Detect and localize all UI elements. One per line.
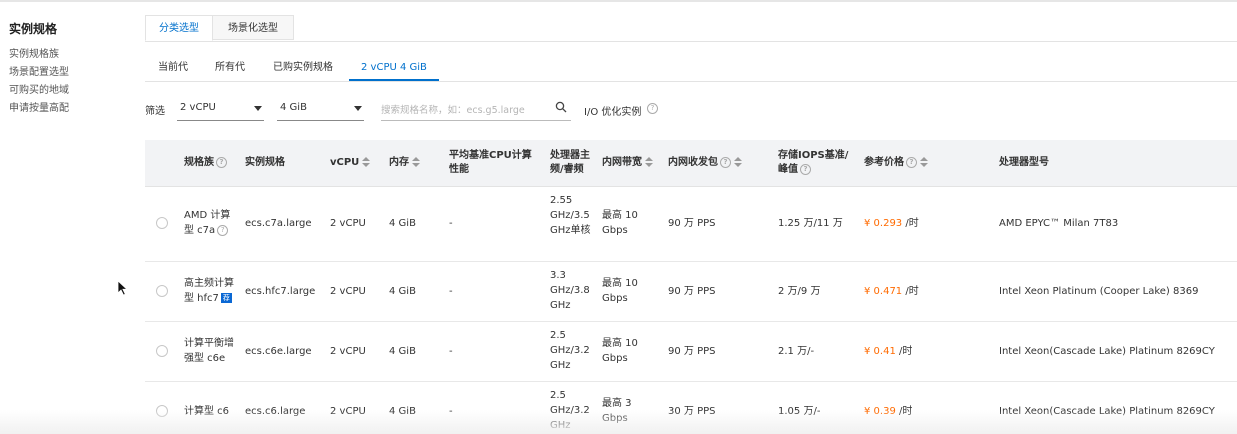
cell-family: 计算平衡增强型 c6e xyxy=(184,338,234,364)
header-frequency: 处理器主频/睿频 xyxy=(550,150,590,175)
help-icon[interactable]: ? xyxy=(720,156,731,168)
sidebar-item-apply[interactable]: 申请按量高配 xyxy=(9,100,129,118)
cell-family: AMD 计算型 c7a? xyxy=(184,210,231,236)
cell-price: ¥ 0.293 /时 xyxy=(864,218,919,229)
row-radio[interactable] xyxy=(156,217,168,229)
row-radio[interactable] xyxy=(156,285,168,297)
header-price[interactable]: 参考价格? xyxy=(864,156,928,170)
top-divider xyxy=(0,0,1237,2)
chevron-down-icon xyxy=(354,106,362,111)
header-cpu-model: 处理器型号 xyxy=(999,157,1049,168)
table-row[interactable]: 计算平衡增强型 c6e ecs.c6e.large 2 vCPU 4 GiB -… xyxy=(145,322,1237,382)
cell-frequency: 2.55 GHz/3.5 GHz单核 xyxy=(550,195,591,236)
cell-vcpu: 2 vCPU xyxy=(330,346,366,357)
selection-tabs: 分类选型 场景化选型 xyxy=(145,15,1237,42)
sidebar-item-instance-family[interactable]: 实例规格族 xyxy=(9,46,129,64)
help-icon[interactable]: ? xyxy=(800,163,811,175)
cell-pps: 90 万 PPS xyxy=(668,346,716,357)
tab-current-gen[interactable]: 当前代 xyxy=(158,54,188,81)
cell-baseline: - xyxy=(449,286,453,297)
header-bandwidth[interactable]: 内网带宽 xyxy=(602,156,653,170)
filter-label: 筛选 xyxy=(145,106,165,117)
header-iops: 存储IOPS基准/峰值? xyxy=(778,150,849,175)
chevron-down-icon xyxy=(254,106,262,111)
spec-search-input[interactable]: 搜索规格名称，如：ecs.g5.large xyxy=(381,97,571,121)
io-optimized-label: I/O 优化实例 xyxy=(584,107,642,118)
search-icon[interactable] xyxy=(555,101,567,113)
memory-select[interactable]: 4 GiB xyxy=(277,97,364,121)
sort-icon[interactable] xyxy=(362,157,371,167)
cell-memory: 4 GiB xyxy=(389,218,416,229)
tab-scenario[interactable]: 场景化选型 xyxy=(212,15,294,40)
cell-iops: 1.25 万/11 万 xyxy=(778,218,843,229)
row-radio[interactable] xyxy=(156,345,168,357)
table-row[interactable]: 高主频计算型 hfc7 荐 ecs.hfc7.large 2 vCPU 4 GiB… xyxy=(145,262,1237,322)
cell-pps: 90 万 PPS xyxy=(668,286,716,297)
cell-pps: 90 万 PPS xyxy=(668,218,716,229)
cell-cpu-model: Intel Xeon(Cascade Lake) Platinum 8269CY xyxy=(999,346,1215,357)
header-memory[interactable]: 内存 xyxy=(389,156,420,170)
recommended-badge: 荐 xyxy=(220,293,232,303)
cell-bandwidth: 最高 10 Gbps xyxy=(602,338,638,364)
cell-frequency: 3.3 GHz/3.8 GHz xyxy=(550,270,590,311)
table-row[interactable]: AMD 计算型 c7a? ecs.c7a.large 2 vCPU 4 GiB … xyxy=(145,186,1237,262)
tab-2vcpu-4gib[interactable]: 2 vCPU 4 GiB xyxy=(349,54,439,81)
sidebar-item-regions[interactable]: 可购买的地域 xyxy=(9,82,129,100)
cell-price: ¥ 0.471 /时 xyxy=(864,286,919,297)
bottom-fade xyxy=(0,410,1237,434)
sort-icon[interactable] xyxy=(734,157,742,167)
header-spec: 实例规格 xyxy=(245,157,285,168)
cell-memory: 4 GiB xyxy=(389,346,416,357)
sort-icon[interactable] xyxy=(412,157,420,167)
tab-purchased[interactable]: 已购实例规格 xyxy=(273,54,333,81)
cell-spec: ecs.c7a.large xyxy=(245,218,312,229)
header-vcpu[interactable]: vCPU xyxy=(330,156,371,170)
cell-frequency: 2.5 GHz/3.2 GHz xyxy=(550,330,590,371)
sort-icon[interactable] xyxy=(645,157,653,167)
cell-bandwidth: 最高 10 Gbps xyxy=(602,278,638,304)
cell-spec: ecs.c6e.large xyxy=(245,346,312,357)
help-icon[interactable]: ? xyxy=(216,156,227,168)
generation-tabs: 当前代 所有代 已购实例规格 2 vCPU 4 GiB xyxy=(145,54,1237,82)
cell-baseline: - xyxy=(449,218,453,229)
cell-iops: 2.1 万/- xyxy=(778,346,815,357)
cell-family: 高主频计算型 hfc7 荐 xyxy=(184,278,234,304)
help-icon[interactable]: ? xyxy=(217,224,229,236)
header-baseline: 平均基准CPU计算性能 xyxy=(449,150,532,175)
help-icon[interactable]: ? xyxy=(906,156,917,168)
cell-vcpu: 2 vCPU xyxy=(330,218,366,229)
tab-all-gen[interactable]: 所有代 xyxy=(215,54,245,81)
help-icon[interactable]: ? xyxy=(647,103,658,114)
vcpu-select-value: 2 vCPU xyxy=(180,102,216,113)
cell-iops: 2 万/9 万 xyxy=(778,286,821,297)
sidebar-item-scenario[interactable]: 场景配置选型 xyxy=(9,64,129,82)
cell-cpu-model: AMD EPYC™ Milan 7T83 xyxy=(999,218,1119,229)
cell-vcpu: 2 vCPU xyxy=(330,286,366,297)
mouse-cursor-icon xyxy=(117,280,129,296)
cell-price: ¥ 0.41 /时 xyxy=(864,346,913,357)
vcpu-select[interactable]: 2 vCPU xyxy=(177,97,264,121)
sort-icon[interactable] xyxy=(920,157,928,167)
sidebar-title: 实例规格 xyxy=(9,22,58,36)
cell-spec: ecs.hfc7.large xyxy=(245,286,316,297)
cell-bandwidth: 最高 10 Gbps xyxy=(602,210,638,236)
sidebar: 实例规格 实例规格族 场景配置选型 可购买的地域 申请按量高配 xyxy=(9,20,129,118)
header-pps[interactable]: 内网收发包? xyxy=(668,156,742,170)
memory-select-value: 4 GiB xyxy=(280,102,307,113)
cell-memory: 4 GiB xyxy=(389,286,416,297)
cell-cpu-model: Intel Xeon Platinum (Cooper Lake) 8369 xyxy=(999,286,1199,297)
table-header: 规格族? 实例规格 vCPU 内存 平均基准CPU计算性能 处理器主频/睿频 内… xyxy=(145,140,1237,187)
tab-category[interactable]: 分类选型 xyxy=(145,15,213,41)
cell-baseline: - xyxy=(449,346,453,357)
search-placeholder: 搜索规格名称，如：ecs.g5.large xyxy=(381,105,525,116)
header-family: 规格族? xyxy=(184,156,227,170)
